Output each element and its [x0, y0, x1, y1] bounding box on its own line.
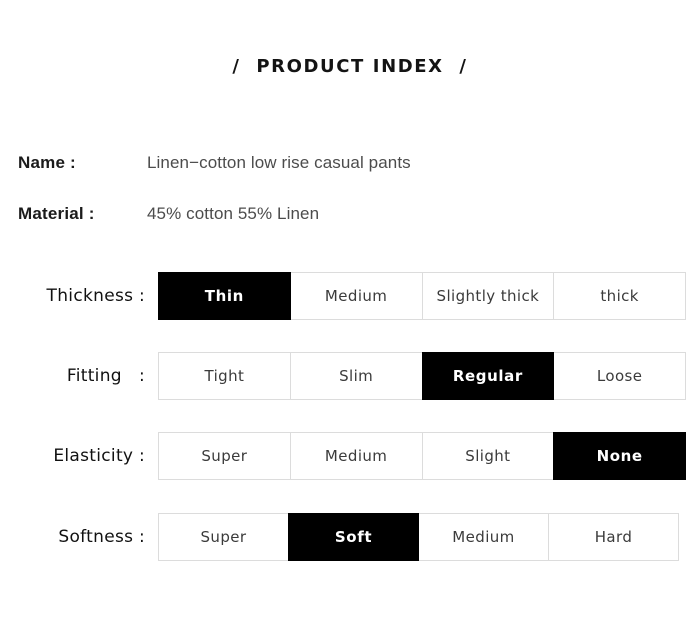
option-elasticity-super[interactable]: Super [158, 432, 291, 480]
info-label-name: Name : [18, 153, 76, 172]
info-row-material: Material : 45% cotton 55% Linen [0, 204, 700, 228]
spec-label-fitting: Fitting : [66, 366, 145, 386]
option-fitting-slim[interactable]: Slim [289, 352, 423, 400]
option-group-softness: Super Soft Medium Hard [158, 513, 679, 561]
option-fitting-loose[interactable]: Loose [553, 352, 686, 400]
option-elasticity-none[interactable]: None [553, 432, 686, 480]
option-group-thickness: Thin Medium Slightly thick thick [158, 272, 686, 320]
spec-label-thickness: Thickness : [46, 286, 145, 306]
option-softness-hard[interactable]: Hard [548, 513, 679, 561]
option-fitting-regular[interactable]: Regular [421, 352, 555, 400]
option-thickness-thick[interactable]: thick [553, 272, 686, 320]
option-softness-super[interactable]: Super [158, 513, 289, 561]
option-group-fitting: Tight Slim Regular Loose [158, 352, 686, 400]
option-elasticity-slight[interactable]: Slight [421, 432, 555, 480]
option-softness-medium[interactable]: Medium [418, 513, 549, 561]
spec-row-thickness: Thickness : Thin Medium Slightly thick t… [0, 272, 700, 320]
option-group-elasticity: Super Medium Slight None [158, 432, 686, 480]
info-label-material: Material : [18, 204, 95, 223]
info-value-material: 45% cotton 55% Linen [147, 204, 320, 223]
spec-label-elasticity: Elasticity : [53, 446, 145, 466]
option-thickness-thin[interactable]: Thin [158, 272, 291, 320]
page-title-container: / PRODUCT INDEX / [0, 56, 700, 77]
option-elasticity-medium[interactable]: Medium [289, 432, 423, 480]
option-fitting-tight[interactable]: Tight [158, 352, 291, 400]
page-title: / PRODUCT INDEX / [232, 56, 468, 77]
spec-row-fitting: Fitting : Tight Slim Regular Loose [0, 352, 700, 400]
spec-row-elasticity: Elasticity : Super Medium Slight None [0, 432, 700, 480]
option-thickness-slightly-thick[interactable]: Slightly thick [421, 272, 555, 320]
spec-label-softness: Softness : [58, 527, 145, 547]
info-value-name: Linen−cotton low rise casual pants [147, 153, 411, 172]
option-thickness-medium[interactable]: Medium [289, 272, 423, 320]
option-softness-soft[interactable]: Soft [288, 513, 419, 561]
info-row-name: Name : Linen−cotton low rise casual pant… [0, 153, 700, 177]
spec-row-softness: Softness : Super Soft Medium Hard [0, 513, 700, 561]
